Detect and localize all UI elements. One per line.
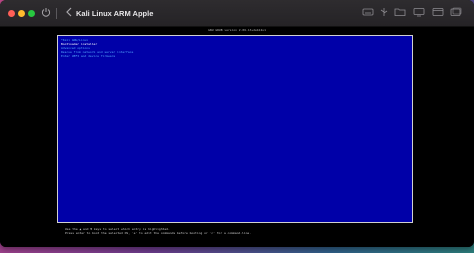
vm-window: Kali Linux ARM Apple GNU GRUB version 2.…	[0, 0, 474, 247]
window-title: Kali Linux ARM Apple	[76, 9, 154, 18]
grub-menu: *Kali GNU/Linux Bootloader installer Advan…	[57, 35, 413, 223]
snapshot-icon[interactable]	[450, 7, 462, 19]
vm-display[interactable]: GNU GRUB version 2.06-13+deb12u1 *Kali G…	[0, 27, 474, 247]
share-icon[interactable]	[432, 7, 444, 19]
close-button[interactable]	[8, 10, 15, 17]
grub-menu-item[interactable]: Enter UEFI and device firmware	[60, 54, 410, 58]
folder-icon[interactable]	[394, 7, 406, 19]
chevron-left-icon[interactable]	[63, 7, 75, 19]
grub-help-text: Use the ▲ and ▼ keys to select which ent…	[62, 227, 422, 235]
usb-icon[interactable]	[378, 7, 390, 19]
keyboard-icon[interactable]	[362, 7, 374, 19]
grub-menu-list: *Kali GNU/Linux Bootloader installer Advan…	[60, 38, 410, 58]
display-icon[interactable]	[413, 7, 425, 19]
grub-help-line: Press enter to boot the selected OS, `e'…	[65, 231, 252, 235]
toolbar-divider	[56, 8, 57, 19]
grub-header: GNU GRUB version 2.06-13+deb12u1	[208, 28, 266, 32]
power-icon[interactable]	[40, 7, 52, 19]
minimize-button[interactable]	[18, 10, 25, 17]
maximize-button[interactable]	[28, 10, 35, 17]
title-bar[interactable]: Kali Linux ARM Apple	[0, 0, 474, 27]
